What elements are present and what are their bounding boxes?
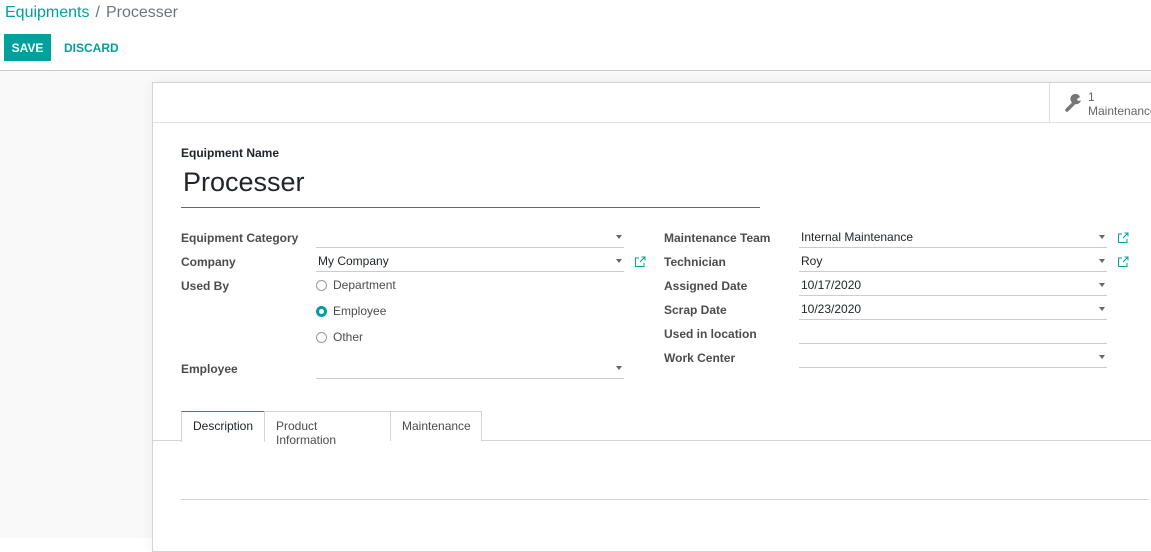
description-field[interactable] bbox=[181, 499, 1149, 500]
radio-employee-label: Employee bbox=[333, 304, 387, 318]
equipment-name-input[interactable]: Processer bbox=[181, 165, 760, 208]
radio-employee[interactable]: Employee bbox=[316, 304, 386, 318]
used-in-location-label: Used in location bbox=[664, 327, 757, 341]
radio-other[interactable]: Other bbox=[316, 330, 363, 344]
radio-other-label: Other bbox=[333, 330, 364, 344]
external-link-icon[interactable] bbox=[1117, 232, 1129, 244]
tab-product-information[interactable]: Product Information bbox=[264, 411, 391, 447]
chevron-down-icon[interactable] bbox=[1099, 235, 1105, 239]
chevron-down-icon[interactable] bbox=[1099, 355, 1105, 359]
assigned-date-field[interactable]: 10/17/2020 bbox=[799, 274, 1107, 296]
chevron-down-icon[interactable] bbox=[616, 259, 622, 263]
technician-label: Technician bbox=[664, 255, 726, 269]
scrap-date-field[interactable]: 10/23/2020 bbox=[799, 298, 1107, 320]
maintenance-stat-button[interactable]: 1 Maintenance bbox=[1049, 83, 1151, 122]
external-link-icon[interactable] bbox=[1117, 256, 1129, 268]
used-in-location-field[interactable] bbox=[799, 322, 1107, 344]
employee-field[interactable] bbox=[316, 357, 624, 379]
form-sheet: 1 Maintenance Equipment Name Processer E… bbox=[152, 82, 1151, 552]
notebook-tabs: Description Product Information Maintena… bbox=[153, 411, 1151, 447]
control-panel: Equipments / Processer SAVE DISCARD bbox=[0, 0, 1151, 71]
chevron-down-icon[interactable] bbox=[616, 366, 622, 370]
maintenance-count: 1 bbox=[1088, 90, 1095, 104]
work-center-label: Work Center bbox=[664, 351, 736, 365]
chevron-down-icon[interactable] bbox=[1099, 283, 1105, 287]
assigned-date-label: Assigned Date bbox=[664, 279, 748, 293]
tab-maintenance[interactable]: Maintenance bbox=[390, 411, 482, 441]
radio-department[interactable]: Department bbox=[316, 278, 396, 292]
discard-button[interactable]: DISCARD bbox=[56, 34, 127, 61]
breadcrumb-current: Processer bbox=[105, 4, 178, 21]
radio-circle[interactable] bbox=[316, 331, 327, 343]
technician-field[interactable]: Roy bbox=[799, 250, 1107, 272]
scrap-date-label: Scrap Date bbox=[664, 303, 727, 317]
equipment-name-label: Equipment Name bbox=[181, 146, 280, 160]
breadcrumb-equipments-link[interactable]: Equipments bbox=[5, 4, 90, 21]
breadcrumb-separator: / bbox=[95, 4, 100, 21]
technician-value: Roy bbox=[801, 254, 823, 268]
maintenance-team-label: Maintenance Team bbox=[664, 231, 771, 245]
chevron-down-icon[interactable] bbox=[616, 235, 622, 239]
button-box: 1 Maintenance bbox=[153, 83, 1151, 123]
form-content: 1 Maintenance Equipment Name Processer E… bbox=[0, 71, 1151, 552]
equipment-category-label: Equipment Category bbox=[181, 231, 299, 245]
radio-circle[interactable] bbox=[316, 279, 327, 291]
company-value: My Company bbox=[318, 254, 389, 268]
chevron-down-icon[interactable] bbox=[1099, 307, 1105, 311]
external-link-icon[interactable] bbox=[634, 256, 646, 268]
chevron-down-icon[interactable] bbox=[1099, 259, 1105, 263]
save-button[interactable]: SAVE bbox=[4, 34, 51, 61]
company-label: Company bbox=[181, 255, 236, 269]
radio-circle-checked[interactable] bbox=[316, 305, 327, 317]
scrap-date-value: 10/23/2020 bbox=[801, 302, 862, 316]
breadcrumb: Equipments / Processer bbox=[5, 4, 178, 22]
assigned-date-value: 10/17/2020 bbox=[801, 278, 862, 292]
used-by-label: Used By bbox=[181, 279, 230, 293]
employee-label: Employee bbox=[181, 362, 238, 376]
maintenance-label: Maintenance bbox=[1088, 104, 1151, 118]
maintenance-team-field[interactable]: Internal Maintenance bbox=[799, 226, 1107, 248]
equipment-category-field[interactable] bbox=[316, 226, 624, 248]
company-field[interactable]: My Company bbox=[316, 250, 624, 272]
tab-description[interactable]: Description bbox=[181, 411, 265, 442]
work-center-field[interactable] bbox=[799, 346, 1107, 368]
radio-department-label: Department bbox=[333, 278, 396, 292]
wrench-icon bbox=[1065, 93, 1081, 112]
maintenance-team-value: Internal Maintenance bbox=[801, 230, 914, 244]
